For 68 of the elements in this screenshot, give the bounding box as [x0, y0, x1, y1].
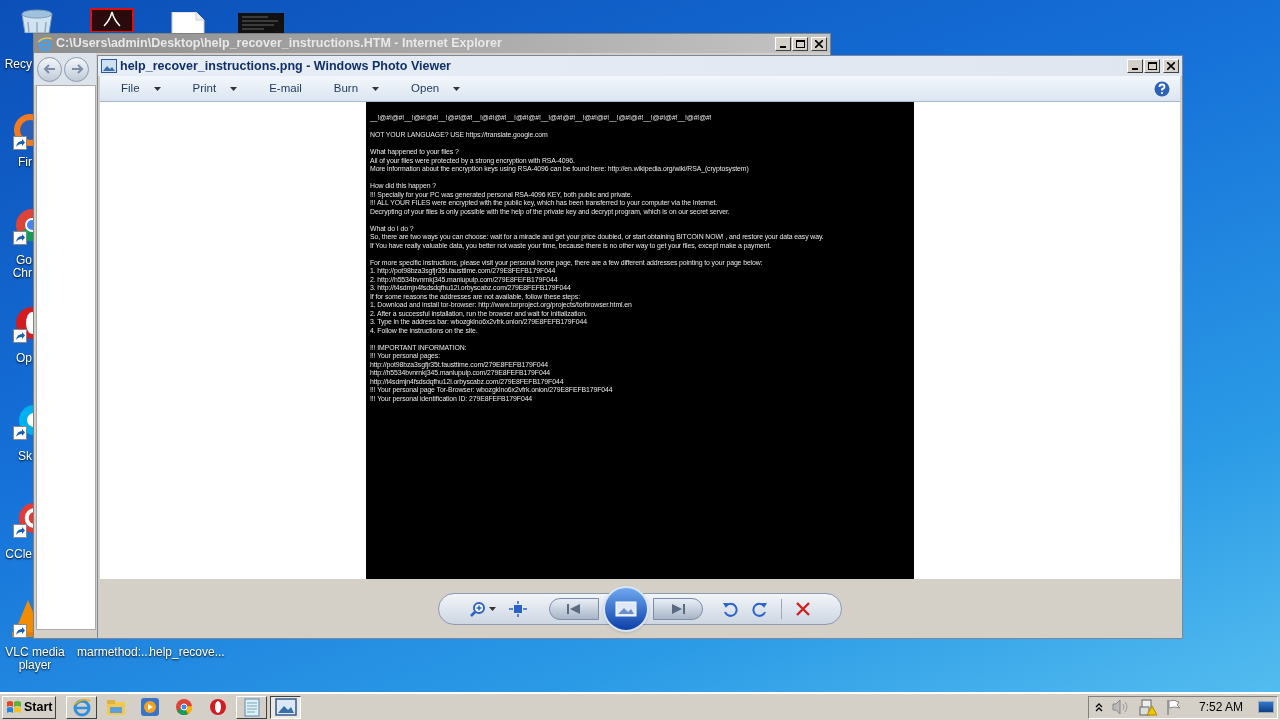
next-icon [670, 603, 685, 614]
flag-icon[interactable] [1165, 699, 1182, 715]
caret-icon [488, 606, 496, 611]
menu-item[interactable]: Print [183, 76, 247, 101]
folder-icon [106, 698, 126, 716]
close-button[interactable] [1163, 59, 1179, 73]
help-icon[interactable] [1154, 80, 1170, 97]
slideshow-button[interactable] [602, 585, 649, 632]
start-button[interactable]: Start [2, 695, 57, 719]
desktop-icon-label: Op [16, 352, 32, 365]
network-warning-icon[interactable] [1138, 698, 1157, 716]
menu-item[interactable]: Burn [324, 76, 389, 101]
recycle-bin-icon[interactable] [18, 8, 56, 33]
opera-icon [208, 697, 228, 717]
photo-viewer-icon [101, 59, 117, 73]
window-title: help_recover_instructions.png - Windows Photo Viewer [120, 57, 452, 75]
image-thumbnail-icon[interactable] [238, 13, 284, 34]
maximize-button[interactable] [792, 36, 808, 51]
previous-button[interactable] [548, 597, 599, 620]
picture-frame-icon [614, 600, 637, 617]
caret-icon [372, 86, 380, 91]
desktop-icon-label: help_recove... [149, 646, 225, 659]
browser-icon [72, 697, 92, 717]
media-player-icon [140, 697, 160, 717]
maximize-button[interactable] [1144, 59, 1160, 73]
close-button[interactable] [811, 36, 827, 51]
caret-icon [153, 86, 161, 91]
previous-icon [566, 603, 581, 614]
desktop-icon-label: marmethod:... [77, 646, 151, 659]
show-desktop-button[interactable] [1258, 701, 1274, 713]
notepad-icon [242, 697, 262, 717]
browser-icon [37, 35, 53, 52]
menu-item[interactable]: File [112, 76, 170, 101]
zoom-in-icon [469, 600, 486, 617]
caret-icon [230, 86, 238, 91]
taskbar-app-button[interactable] [270, 695, 302, 719]
photo-viewer-icon [275, 698, 297, 716]
window-title: C:\Users\admin\Desktop\help_recover_instructions.HTM - Internet Explorer [56, 35, 503, 53]
pdf-file-icon[interactable] [90, 8, 134, 32]
desktop-icon-label: Fir [18, 156, 32, 169]
delete-icon [795, 601, 810, 616]
desktop-icon-label: VLC media [5, 646, 65, 659]
windows-logo-icon [6, 699, 22, 715]
rotate-right-icon [751, 600, 768, 617]
back-arrow-icon [43, 64, 56, 74]
forward-arrow-icon [70, 64, 83, 74]
menu-item[interactable]: Open [402, 76, 470, 101]
desktop-icon-label: Go [16, 254, 32, 267]
chrome-icon [174, 697, 194, 717]
next-button[interactable] [652, 597, 703, 620]
close-icon [815, 39, 823, 48]
close-icon [1167, 62, 1175, 70]
desktop-icon-label: Chr [12, 267, 32, 280]
clock: 7:52 AM [1198, 699, 1243, 716]
rotate-left-icon [721, 600, 738, 617]
desktop-icon-label: Recy [4, 58, 32, 71]
minimize-button[interactable] [775, 36, 791, 51]
menu-item[interactable]: E-mail [260, 76, 311, 101]
desktop-icon-label: player [18, 659, 52, 672]
document-icon[interactable] [170, 12, 206, 34]
desktop-icon-label: CCle [5, 548, 32, 561]
fit-icon [508, 600, 527, 617]
minimize-button[interactable] [1127, 59, 1143, 73]
caret-icon [453, 86, 461, 91]
back-button[interactable] [37, 56, 62, 82]
desktop-icon-label: Sk [18, 450, 32, 463]
forward-button[interactable] [64, 56, 89, 82]
chevron-up-icon[interactable] [1094, 702, 1103, 712]
